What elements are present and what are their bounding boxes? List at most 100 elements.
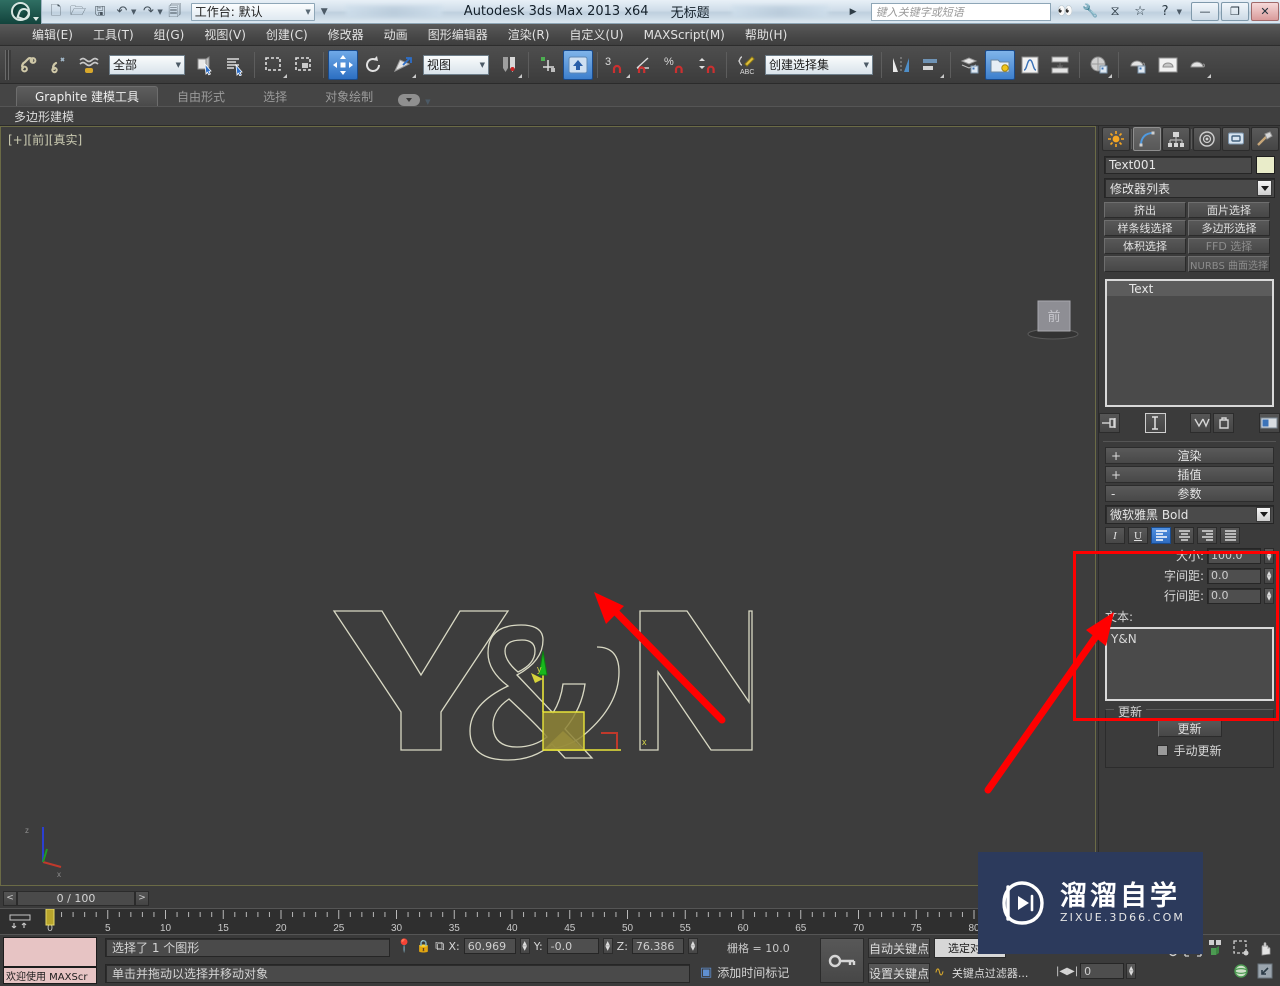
ribbon-tab-object-paint[interactable]: 对象绘制 <box>306 86 392 106</box>
current-frame-input[interactable]: 0 <box>1080 963 1125 979</box>
maxscript-listener-prompt[interactable]: 欢迎使用 MAXScr <box>3 967 97 984</box>
create-tab[interactable] <box>1102 127 1130 151</box>
modifier-list-dropdown[interactable]: 修改器列表 <box>1104 178 1275 198</box>
size-input[interactable]: 100.0 <box>1207 547 1261 564</box>
leading-input[interactable]: 0.0 <box>1207 587 1261 604</box>
modifier-button-spline-select[interactable]: 样条线选择 <box>1104 220 1186 236</box>
next-frame-button[interactable]: > <box>135 890 149 906</box>
restore-button[interactable]: ❐ <box>1221 2 1249 21</box>
prev-frame-button[interactable]: < <box>3 890 17 906</box>
maxscript-mini-listener[interactable] <box>3 937 97 967</box>
mirror-icon[interactable] <box>886 50 916 80</box>
y-spinner[interactable]: ▲ ▼ <box>602 938 613 954</box>
ribbon-tab-selection[interactable]: 选择 <box>244 86 306 106</box>
search-input[interactable]: 键入关键字或短语 <box>870 2 1051 21</box>
italic-button[interactable]: I <box>1105 527 1125 544</box>
snaps-toggle-icon[interactable] <box>563 49 593 80</box>
help-icon[interactable]: ? <box>1155 3 1176 21</box>
select-by-name-icon[interactable] <box>220 50 250 80</box>
object-name-input[interactable]: Text001 <box>1104 156 1252 174</box>
display-tab[interactable] <box>1222 127 1250 151</box>
menu-help[interactable]: 帮助(H) <box>735 24 797 46</box>
leading-spinner[interactable]: ▲ ▼ <box>1264 587 1274 604</box>
named-selection-sets-combo[interactable]: 创建选择集 ▼ <box>765 54 873 75</box>
current-frame-spinner[interactable]: ▲ ▼ <box>1126 963 1137 979</box>
viewcube[interactable]: 前 <box>1021 287 1079 340</box>
set-key-button[interactable]: 设置关键点 <box>868 963 930 983</box>
menu-animation[interactable]: 动画 <box>374 24 418 46</box>
new-file-icon[interactable]: 🗋 <box>46 2 66 22</box>
undo-icon[interactable]: ↶ <box>112 2 132 22</box>
modifier-button-ffd-select[interactable]: FFD 选择 <box>1188 238 1270 254</box>
kerning-input[interactable]: 0.0 <box>1207 567 1261 584</box>
close-button[interactable]: ✕ <box>1251 2 1279 21</box>
render-setup-icon[interactable] <box>1123 50 1153 80</box>
time-slider-handle[interactable]: 0 / 100 <box>17 890 135 906</box>
align-icon[interactable] <box>916 50 946 80</box>
schematic-view-icon[interactable] <box>1045 50 1075 80</box>
z-spinner[interactable]: ▲ ▼ <box>687 938 698 954</box>
menu-graph-editors[interactable]: 图形编辑器 <box>418 24 498 46</box>
menu-group[interactable]: 组(G) <box>144 24 195 46</box>
pin-prompt-icon[interactable]: 📍 <box>396 939 412 954</box>
kerning-spinner[interactable]: ▲ ▼ <box>1264 567 1274 584</box>
select-and-move-icon[interactable] <box>328 49 358 80</box>
curve-filter-icon[interactable]: ∿ <box>934 965 945 980</box>
modifier-button-extrude[interactable]: 挤出 <box>1104 202 1186 218</box>
render-production-icon[interactable] <box>1183 50 1213 80</box>
open-file-icon[interactable]: 🗁 <box>68 2 88 22</box>
rollout-parameters[interactable]: - 参数 <box>1105 485 1274 502</box>
zoom-extents-icon[interactable] <box>1206 937 1228 958</box>
modifier-button-nurbs-surface-select[interactable]: NURBS 曲面选择 <box>1188 256 1270 272</box>
pan-view-icon[interactable] <box>1254 937 1276 958</box>
spinner-snap-toggle-icon[interactable] <box>692 50 722 80</box>
ribbon-minimize-button[interactable] <box>398 94 421 106</box>
unlink-selection-icon[interactable] <box>44 50 74 80</box>
key-filters-button[interactable]: 关键点过滤器... <box>948 963 1033 982</box>
window-crossing-icon[interactable] <box>289 50 319 80</box>
modifier-stack-item-text[interactable]: Text <box>1107 281 1272 297</box>
key-mode-toggle-icon[interactable]: |◀▶| <box>1056 966 1078 977</box>
redo-icon[interactable]: ↷ <box>138 2 158 22</box>
show-end-result-icon[interactable] <box>1144 413 1166 433</box>
clone-icon[interactable]: 🗐 <box>165 2 185 22</box>
selection-filter-combo[interactable]: 全部 ▼ <box>109 54 185 75</box>
auto-key-button[interactable]: 自动关键点 <box>868 938 930 958</box>
add-time-tag-label[interactable]: 添加时间标记 <box>717 964 789 981</box>
modifier-stack-list[interactable]: Text <box>1105 279 1274 407</box>
menu-maxscript[interactable]: MAXScript(M) <box>634 24 735 46</box>
material-editor-icon[interactable] <box>1084 50 1114 80</box>
rendered-frame-window-icon[interactable] <box>1153 50 1183 80</box>
rollout-render[interactable]: + 渲染 <box>1105 447 1274 464</box>
orbit-icon[interactable] <box>1230 960 1252 981</box>
modifier-button-patch-select[interactable]: 面片选择 <box>1188 202 1270 218</box>
x-spinner[interactable]: ▲ ▼ <box>519 938 530 954</box>
open-mini-curve-editor-icon[interactable] <box>8 913 32 931</box>
star-icon[interactable]: ☆ <box>1130 3 1151 21</box>
track-bar[interactable]: 0510152025303540455055606570758085 <box>0 908 1096 934</box>
make-unique-icon[interactable] <box>1190 413 1212 433</box>
binoculars-icon[interactable]: 👀 <box>1055 3 1076 21</box>
pin-stack-icon[interactable] <box>1099 413 1121 433</box>
ribbon-tab-freeform[interactable]: 自由形式 <box>158 86 244 106</box>
workspace-combo[interactable]: 工作台: 默认 ▼ <box>190 2 315 21</box>
select-object-icon[interactable] <box>190 50 220 80</box>
remove-modifier-icon[interactable] <box>1213 413 1235 433</box>
funnel-icon[interactable]: ⧖ <box>1105 3 1126 21</box>
menu-tools[interactable]: 工具(T) <box>83 24 144 46</box>
menu-customize[interactable]: 自定义(U) <box>559 24 633 46</box>
text-input[interactable]: Y&N <box>1105 627 1274 701</box>
viewport-front[interactable]: [+][前][真实] y x z x 前 <box>0 126 1096 886</box>
help-dropdown-icon[interactable]: ▼ <box>1177 8 1182 16</box>
modifier-button-empty[interactable] <box>1104 256 1186 272</box>
ribbon-tab-graphite-modeling[interactable]: Graphite 建模工具 <box>16 86 159 106</box>
absolute-relative-toggle-icon[interactable]: ⧉ <box>435 939 444 954</box>
bind-to-space-warp-icon[interactable] <box>74 50 104 80</box>
redo-dropdown-icon[interactable]: ▼ <box>157 8 162 16</box>
ribbon-options-icon[interactable]: ▼ <box>425 98 430 106</box>
undo-dropdown-icon[interactable]: ▼ <box>131 8 136 16</box>
curve-editor-icon[interactable] <box>1015 50 1045 80</box>
minimize-button[interactable]: — <box>1191 2 1219 21</box>
save-file-icon[interactable]: 🖫 <box>90 2 110 22</box>
y-input[interactable]: -0.0 <box>546 938 599 954</box>
